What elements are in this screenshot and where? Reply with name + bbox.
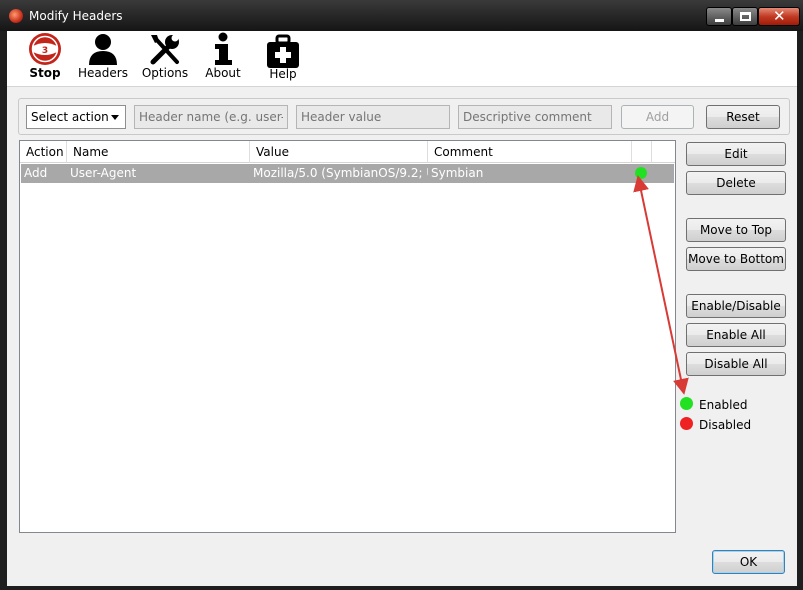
modify-headers-window: Modify Headers ✕ 3 Stop Headers Options … — [0, 0, 803, 590]
table-row[interactable]: Add User-Agent Mozilla/5.0 (SymbianOS/9.… — [21, 164, 674, 183]
enable-disable-button[interactable]: Enable/Disable — [686, 294, 786, 318]
firefox-icon — [9, 9, 23, 23]
row-comment: Symbian — [431, 166, 484, 180]
close-icon: ✕ — [773, 7, 786, 25]
stop-tool[interactable]: 3 Stop — [24, 31, 66, 87]
header-name-input[interactable] — [134, 105, 288, 129]
disable-all-button[interactable]: Disable All — [686, 352, 786, 376]
help-label: Help — [269, 67, 297, 81]
options-label: Options — [141, 66, 189, 80]
row-action: Add — [24, 166, 48, 180]
help-tool[interactable]: Help — [262, 31, 304, 87]
column-header-status[interactable] — [632, 141, 652, 163]
enabled-status-icon — [635, 167, 647, 179]
column-header-comment[interactable]: Comment — [428, 141, 632, 163]
column-header-value[interactable]: Value — [250, 141, 428, 163]
chevron-down-icon — [111, 115, 119, 120]
info-icon — [215, 32, 232, 65]
edit-button[interactable]: Edit — [686, 142, 786, 166]
comment-input[interactable] — [458, 105, 612, 129]
move-to-bottom-button[interactable]: Move to Bottom — [686, 247, 786, 271]
disabled-legend-label: Disabled — [699, 418, 752, 432]
enabled-legend-label: Enabled — [699, 398, 748, 412]
toolbar: 3 Stop Headers Options About Help — [7, 31, 797, 87]
maximize-button[interactable] — [732, 7, 758, 26]
enable-all-button[interactable]: Enable All — [686, 323, 786, 347]
row-name: User-Agent — [70, 166, 137, 180]
maximize-icon — [740, 12, 751, 21]
close-window-button[interactable]: ✕ — [758, 7, 800, 26]
action-select[interactable]: Select action — [26, 105, 126, 129]
client-area: 3 Stop Headers Options About Help Select… — [7, 31, 797, 586]
header-entry-panel: Select action Add Reset — [18, 98, 790, 135]
add-button[interactable]: Add — [621, 105, 694, 129]
row-value: Mozilla/5.0 (SymbianOS/9.2; U;... — [253, 166, 428, 180]
ok-button[interactable]: OK — [712, 550, 785, 574]
table-header: Action Name Value Comment — [20, 141, 675, 163]
action-select-value: Select action — [31, 110, 109, 124]
about-tool[interactable]: About — [202, 31, 244, 87]
header-value-input[interactable] — [296, 105, 450, 129]
headers-label: Headers — [78, 66, 128, 80]
options-tool[interactable]: Options — [139, 31, 191, 87]
svg-text:3: 3 — [42, 46, 48, 56]
first-aid-icon — [267, 34, 299, 68]
column-header-action[interactable]: Action — [20, 141, 67, 163]
tools-icon — [150, 34, 179, 65]
stop-label: Stop — [29, 66, 61, 80]
reset-button[interactable]: Reset — [706, 105, 780, 129]
stop-icon: 3 — [29, 33, 61, 65]
enabled-legend-icon — [680, 397, 693, 410]
window-title: Modify Headers — [29, 9, 123, 23]
title-bar[interactable]: Modify Headers ✕ — [0, 0, 803, 31]
minimize-button[interactable] — [706, 7, 732, 26]
about-label: About — [205, 66, 241, 80]
move-to-top-button[interactable]: Move to Top — [686, 218, 786, 242]
headers-tool[interactable]: Headers — [78, 31, 128, 87]
user-icon — [89, 34, 117, 65]
minimize-icon — [715, 19, 724, 22]
delete-button[interactable]: Delete — [686, 171, 786, 195]
column-header-name[interactable]: Name — [67, 141, 250, 163]
headers-table[interactable]: Action Name Value Comment Add User-Agent… — [19, 140, 676, 533]
disabled-legend-icon — [680, 417, 693, 430]
